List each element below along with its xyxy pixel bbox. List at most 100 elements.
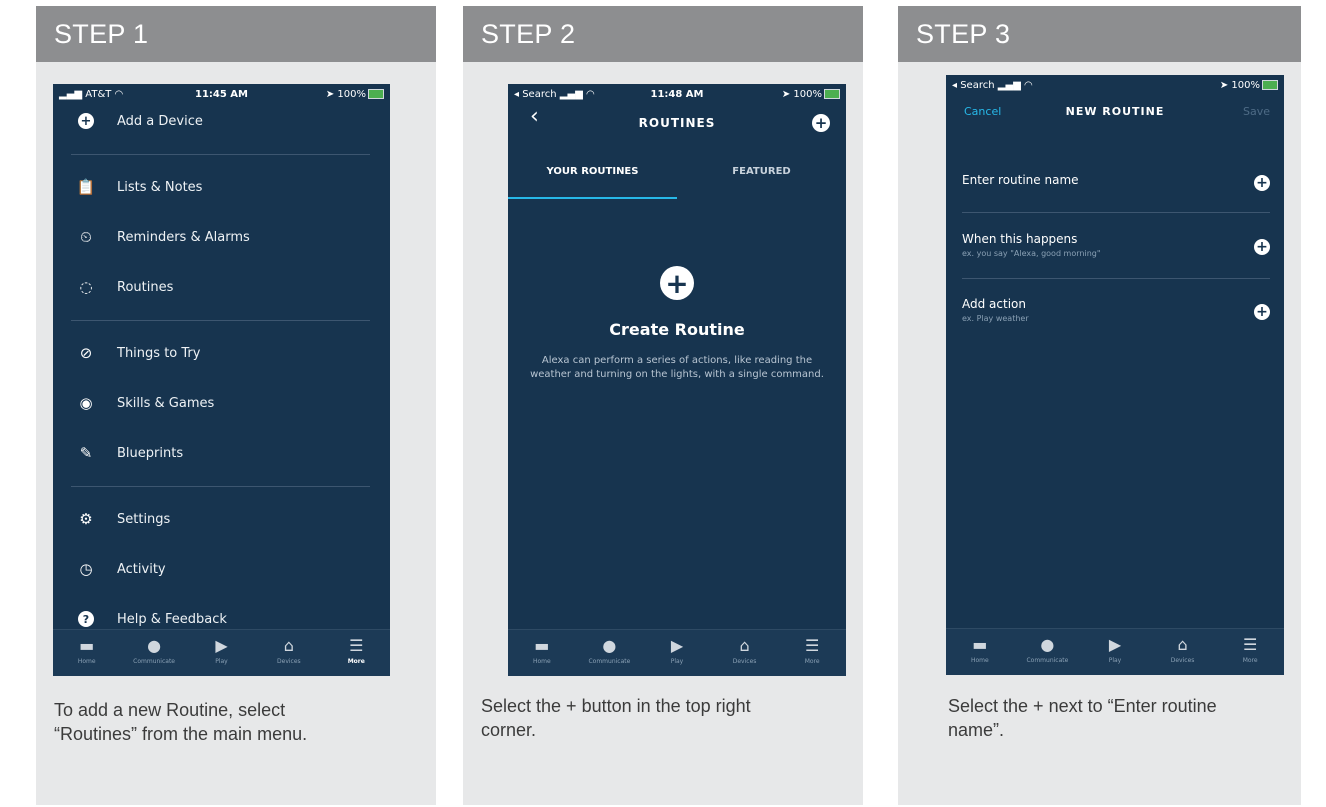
status-bar: ◂ Search ▂▄▆ ◠ ➤ 100% <box>946 75 1284 97</box>
menu-item-label: Blueprints <box>117 445 184 461</box>
menu-item-label: Reminders & Alarms <box>117 229 250 245</box>
step-2-phone-screenshot: ◂ Search ▂▄▆ ◠ 11:48 AM ➤ 100% ‹ ROUTINE… <box>508 84 846 676</box>
step-3-phone-screenshot: ◂ Search ▂▄▆ ◠ ➤ 100% Cancel NEW ROUTINE… <box>946 75 1284 675</box>
menu-item-blueprints[interactable]: ✎ Blueprints <box>53 436 390 470</box>
battery-status: ➤ 100% <box>1220 75 1278 97</box>
create-routine-description: Alexa can perform a series of actions, l… <box>530 355 824 380</box>
battery-status: ➤ 100% <box>782 84 840 106</box>
plus-circle-icon[interactable]: + <box>1254 304 1270 320</box>
tab-communicate[interactable]: ● Communicate <box>1017 629 1077 664</box>
save-button[interactable]: Save <box>1243 105 1270 118</box>
menu-divider <box>71 486 370 487</box>
menu-item-label: Things to Try <box>117 345 201 361</box>
active-tab-underline <box>508 197 677 199</box>
menu-item-label: Lists & Notes <box>117 179 203 195</box>
when-this-happens-label: When this happens <box>962 232 1078 246</box>
help-icon: ? <box>77 610 95 628</box>
status-bar: ◂ Search ▂▄▆ ◠ 11:48 AM ➤ 100% <box>508 84 846 106</box>
tab-communicate[interactable]: ● Communicate <box>124 630 184 665</box>
when-this-happens-row[interactable]: When this happens ex. you say "Alexa, go… <box>962 232 1270 258</box>
plus-circle-icon[interactable]: + <box>1254 175 1270 191</box>
skills-icon: ◉ <box>79 394 93 412</box>
tab-more[interactable]: ☰ More <box>1220 629 1280 664</box>
chat-bubble-icon: ● <box>1040 635 1055 654</box>
menu-lines-icon: ☰ <box>1243 635 1258 654</box>
when-this-happens-hint: ex. you say "Alexa, good morning" <box>962 249 1101 258</box>
menu-item-label: Routines <box>117 279 174 295</box>
tab-devices[interactable]: ⌂ Devices <box>715 630 775 665</box>
menu-item-label: Activity <box>117 561 166 577</box>
menu-item-lists-notes[interactable]: 📋 Lists & Notes <box>53 170 390 204</box>
tab-devices[interactable]: ⌂ Devices <box>1153 629 1213 664</box>
tab-home[interactable]: ▬ Home <box>950 629 1010 664</box>
tab-your-routines[interactable]: YOUR ROUTINES <box>508 166 677 194</box>
tab-featured[interactable]: FEATURED <box>677 166 846 194</box>
screen-title: NEW ROUTINE <box>1065 105 1165 118</box>
add-action-label: Add action <box>962 297 1026 311</box>
menu-lines-icon: ☰ <box>349 636 364 655</box>
tab-home[interactable]: ▬ Home <box>512 630 572 665</box>
home-icon: ▬ <box>972 635 988 654</box>
devices-house-icon: ⌂ <box>283 636 294 655</box>
plus-circle-icon: + <box>77 112 95 130</box>
carrier-label: ◂ Search ▂▄▆ ◠ <box>952 80 1033 91</box>
devices-house-icon: ⌂ <box>739 636 750 655</box>
bottom-tab-bar: ▬ Home ● Communicate ▶ Play ⌂ Devices ☰ More <box>946 628 1284 675</box>
battery-icon <box>1262 80 1278 90</box>
menu-item-activity[interactable]: ◷ Activity <box>53 552 390 586</box>
step-2-header: STEP 2 <box>463 6 863 62</box>
tab-play[interactable]: ▶ Play <box>191 630 251 665</box>
step-1-phone-screenshot: ▂▄▆ AT&T ◠ 11:45 AM ➤ 100% + Add a Devic… <box>53 84 390 676</box>
gear-icon: ⚙ <box>79 510 93 528</box>
add-action-hint: ex. Play weather <box>962 314 1029 323</box>
tab-more[interactable]: ☰ More <box>326 630 386 665</box>
compass-icon: ⊘ <box>79 344 93 362</box>
row-divider <box>962 278 1270 279</box>
menu-item-label: Help & Feedback <box>117 611 227 627</box>
menu-item-add-device[interactable]: + Add a Device <box>53 104 390 138</box>
plus-circle-icon[interactable]: + <box>1254 239 1270 255</box>
chat-bubble-icon: ● <box>602 636 617 655</box>
play-icon: ▶ <box>215 636 228 655</box>
add-action-row[interactable]: Add action ex. Play weather + <box>962 297 1270 323</box>
step-1-caption: To add a new Routine, select “Routines” … <box>54 700 308 744</box>
menu-item-label: Add a Device <box>117 113 203 129</box>
menu-divider <box>71 154 370 155</box>
battery-status: ➤ 100% <box>326 84 384 106</box>
history-icon: ◷ <box>79 560 93 578</box>
plus-circle-icon: + <box>812 114 830 132</box>
create-routine-button[interactable]: + <box>508 266 846 300</box>
add-routine-button[interactable]: + <box>812 113 830 132</box>
menu-divider <box>71 320 370 321</box>
signal-icon: ▂▄▆ <box>997 80 1021 91</box>
bottom-tab-bar: ▬ Home ● Communicate ▶ Play ⌂ Devices ☰ More <box>508 629 846 676</box>
tab-home[interactable]: ▬ Home <box>57 630 117 665</box>
pencil-icon: ✎ <box>79 444 93 462</box>
battery-icon <box>368 89 384 99</box>
menu-item-label: Skills & Games <box>117 395 215 411</box>
step-1-header: STEP 1 <box>36 6 436 62</box>
routine-name-row[interactable]: Enter routine name + <box>962 173 1270 191</box>
menu-item-reminders-alarms[interactable]: ⏲ Reminders & Alarms <box>53 220 390 254</box>
tab-devices[interactable]: ⌂ Devices <box>259 630 319 665</box>
tab-more[interactable]: ☰ More <box>782 630 842 665</box>
menu-item-label: Settings <box>117 511 171 527</box>
menu-item-routines[interactable]: ◌ Routines <box>53 270 390 304</box>
menu-item-settings[interactable]: ⚙ Settings <box>53 502 390 536</box>
home-icon: ▬ <box>534 636 550 655</box>
devices-house-icon: ⌂ <box>1177 635 1188 654</box>
routine-name-label: Enter routine name <box>962 173 1079 187</box>
tab-play[interactable]: ▶ Play <box>1085 629 1145 664</box>
status-bar: ▂▄▆ AT&T ◠ 11:45 AM ➤ 100% <box>53 84 390 106</box>
clipboard-icon: 📋 <box>76 178 96 196</box>
step-2-caption: Select the + button in the top right cor… <box>481 696 751 740</box>
tab-communicate[interactable]: ● Communicate <box>579 630 639 665</box>
step-3-caption: Select the + next to “Enter routine name… <box>948 696 1217 740</box>
menu-item-skills-games[interactable]: ◉ Skills & Games <box>53 386 390 420</box>
tab-play[interactable]: ▶ Play <box>647 630 707 665</box>
menu-item-things-to-try[interactable]: ⊘ Things to Try <box>53 336 390 370</box>
tab-your-routines-label: YOUR ROUTINES <box>546 166 639 177</box>
screen-title: ROUTINES <box>638 116 716 130</box>
step-1-panel: STEP 1 ▂▄▆ AT&T ◠ 11:45 AM ➤ 100% + Add … <box>36 6 436 805</box>
play-icon: ▶ <box>670 636 684 655</box>
